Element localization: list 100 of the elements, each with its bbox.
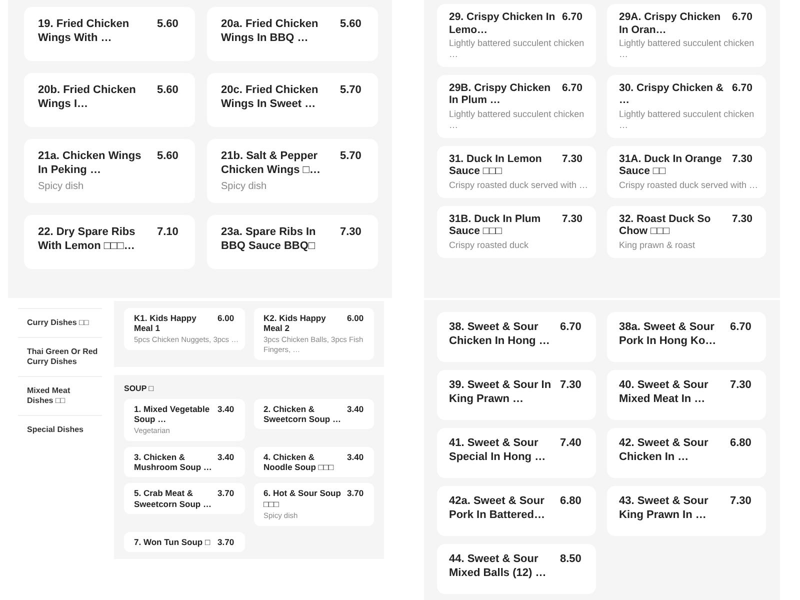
item-price: 3.70 [218,536,236,547]
item-name: 29A. Crispy Chicken In Oran… [619,11,722,36]
item-price: 7.30 [560,378,582,393]
menu-item-card[interactable]: 4. Chicken & Noodle Soup □□□ 3.40 [254,447,374,478]
item-price: 3.70 [218,488,236,500]
item-name: 31A. Duck In Orange Sauce □□ [619,152,723,178]
menu-item-card[interactable]: 3. Chicken & Mushroom Soup … 3.40 [124,447,244,478]
menu-item-card[interactable]: 38a. Sweet & Sour Pork In Hong Ko… 6.70 [607,312,766,362]
item-name: 31B. Duck In Plum Sauce □□□ [449,212,542,238]
item-name: 23a. Spare Ribs In BBQ Sauce BBQ□ [221,224,317,254]
item-price: 3.40 [347,452,365,464]
menu-item-card[interactable]: 5. Crab Meat & Sweetcorn Soup … 3.70 [124,483,244,514]
item-price: 6.80 [730,436,752,451]
item-price: 5.60 [340,17,362,32]
item-price: 7.30 [340,224,362,240]
item-description: Spicy dish [221,180,268,193]
item-name: 5. Crab Meat & Sweetcorn Soup … [134,488,212,509]
menu-item-card[interactable]: 21a. Chicken Wings In Peking … 5.60 Spicy dish [24,139,195,203]
item-name: 38. Sweet & Sour Chicken In Hong … [449,320,551,349]
item-description: Lightly battered succulent chicken … [449,38,586,60]
menu-item-card[interactable]: 22. Dry Spare Ribs With Lemon □□□… 7.10 [24,214,195,269]
item-description: Lightly battered succulent chicken … [619,38,756,60]
menu-item-card[interactable]: 29. Crispy Chicken In Lemo… 6.70 Lightly battered succulent chicken … [437,4,596,67]
item-name: 6. Hot & Sour Soup □□□ [264,488,342,509]
item-name: 1. Mixed Vegetable Soup … [134,404,211,424]
menu-item-card[interactable]: 42. Sweet & Sour Chicken In … 6.80 [607,428,766,478]
item-name: 42a. Sweet & Sour Pork In Battered… [449,494,546,523]
item-price: 5.70 [340,83,362,98]
menu-item-card[interactable]: 38. Sweet & Sour Chicken In Hong … 6.70 [437,312,596,362]
item-name: 19. Fried Chicken Wings With … [38,17,130,46]
item-name: 22. Dry Spare Ribs With Lemon □□□… [38,224,136,254]
item-price: 6.70 [560,320,582,335]
category-item[interactable]: Special Dishes [18,415,102,444]
item-name: 29. Crispy Chicken In Lemo… [449,11,556,36]
menu-item-card[interactable]: 2. Chicken & Sweetcorn Soup … 3.40 [254,398,374,430]
menu-item-card[interactable]: 19. Fried Chicken Wings With … 5.60 [24,7,195,61]
item-name: 32. Roast Duck So Chow □□□ [619,212,712,238]
item-description: Lightly battered succulent chicken … [449,108,586,131]
menu-item-card[interactable]: 41. Sweet & Sour Special In Hong … 7.40 [437,428,596,478]
item-name: 21a. Chicken Wings In Peking … [38,149,142,178]
item-description: Crispy roasted duck served with … [619,180,760,191]
section-title: SOUP □ [124,384,155,393]
item-price: 6.70 [730,320,752,335]
item-price: 7.30 [732,212,754,227]
menu-item-card[interactable]: 42a. Sweet & Sour Pork In Battered… 6.80 [437,486,596,536]
category-item[interactable]: Thai Green Or Red Curry Dishes [18,337,102,376]
item-price: 5.70 [340,149,362,164]
item-description: Lightly battered succulent chicken … [619,108,756,131]
menu-item-card[interactable]: 21b. Salt & Pepper Chicken Wings □… 5.70 Spicy dish [207,139,378,203]
menu-item-card[interactable]: 31B. Duck In Plum Sauce □□□ 7.30 Crispy roasted duck [437,206,596,258]
item-price: 7.10 [157,224,180,240]
item-name: 31. Duck In Lemon Sauce □□□ [449,152,543,178]
item-name: 20b. Fried Chicken Wings I… [38,83,137,112]
item-price: 6.80 [560,494,582,509]
item-name: 20a. Fried Chicken Wings In BBQ … [221,17,320,46]
item-name: 21b. Salt & Pepper Chicken Wings □… [221,149,322,178]
menu-item-card[interactable]: 23a. Spare Ribs In BBQ Sauce BBQ□ 7.30 [207,214,378,269]
item-name: 3. Chicken & Mushroom Soup … [134,452,213,472]
item-price: 5.60 [157,17,180,32]
menu-item-card[interactable]: 43. Sweet & Sour King Prawn In … 7.30 [607,486,766,536]
menu-item-card[interactable]: 20a. Fried Chicken Wings In BBQ … 5.60 [207,7,378,61]
item-name: 2. Chicken & Sweetcorn Soup … [264,404,342,424]
menu-item-card[interactable]: 29B. Crispy Chicken In Plum … 6.70 Lightly battered succulent chicken … [437,74,596,138]
item-price: 6.70 [562,82,584,96]
item-description: Spicy dish [38,180,85,193]
menu-item-card[interactable]: 40. Sweet & Sour Mixed Meat In … 7.30 [607,370,766,420]
menu-item-card[interactable]: 29A. Crispy Chicken In Oran… 6.70 Lightly battered succulent chicken … [607,4,766,67]
item-name: 39. Sweet & Sour In King Prawn … [449,378,552,407]
item-price: 5.60 [157,83,180,98]
menu-item-card[interactable]: 30. Crispy Chicken & … 6.70 Lightly battered succulent chicken … [607,74,766,138]
menu-item-card[interactable]: 31. Duck In Lemon Sauce □□□ 7.30 Crispy roasted duck served with … [437,146,596,198]
menu-item-card[interactable]: 32. Roast Duck So Chow □□□ 7.30 King prawn & roast [607,206,766,258]
item-name: K2. Kids Happy Meal 2 [264,313,327,334]
item-name: 30. Crispy Chicken & … [619,82,724,107]
item-price: 6.00 [218,313,236,325]
item-name: 42. Sweet & Sour Chicken In … [619,436,710,465]
menu-item-card[interactable]: 7. Won Tun Soup □ 3.70 [124,532,244,552]
menu-item-card[interactable]: 44. Sweet & Sour Mixed Balls (12) … 8.50 [437,544,596,594]
item-price: 7.30 [730,494,752,509]
item-price: 3.40 [347,404,365,416]
item-description: King prawn & roast [619,240,696,251]
item-price: 3.40 [218,452,236,464]
menu-item-card[interactable]: 39. Sweet & Sour In King Prawn … 7.30 [437,370,596,420]
item-price: 6.70 [562,11,584,25]
item-name: 38a. Sweet & Sour Pork In Hong Ko… [619,320,718,349]
item-price: 6.00 [347,313,365,325]
item-price: 3.40 [218,404,236,416]
category-item[interactable]: Curry Dishes □□ [18,308,102,337]
item-price: 8.50 [560,552,582,567]
menu-item-card[interactable]: 20b. Fried Chicken Wings I… 5.60 [24,73,195,127]
item-price: 7.30 [732,152,754,167]
item-price: 7.40 [560,436,582,451]
item-price: 7.30 [562,152,584,167]
item-price: 3.70 [347,488,365,500]
menu-item-card[interactable]: 31A. Duck In Orange Sauce □□ 7.30 Crispy roasted duck served with … [607,146,766,198]
menu-item-card[interactable]: 20c. Fried Chicken Wings In Sweet … 5.70 [207,73,378,127]
item-name: 29B. Crispy Chicken In Plum … [449,82,552,107]
item-price: 5.60 [157,149,180,164]
category-item[interactable]: Mixed Meat Dishes □□ [18,376,102,415]
item-description: Crispy roasted duck [449,240,530,251]
